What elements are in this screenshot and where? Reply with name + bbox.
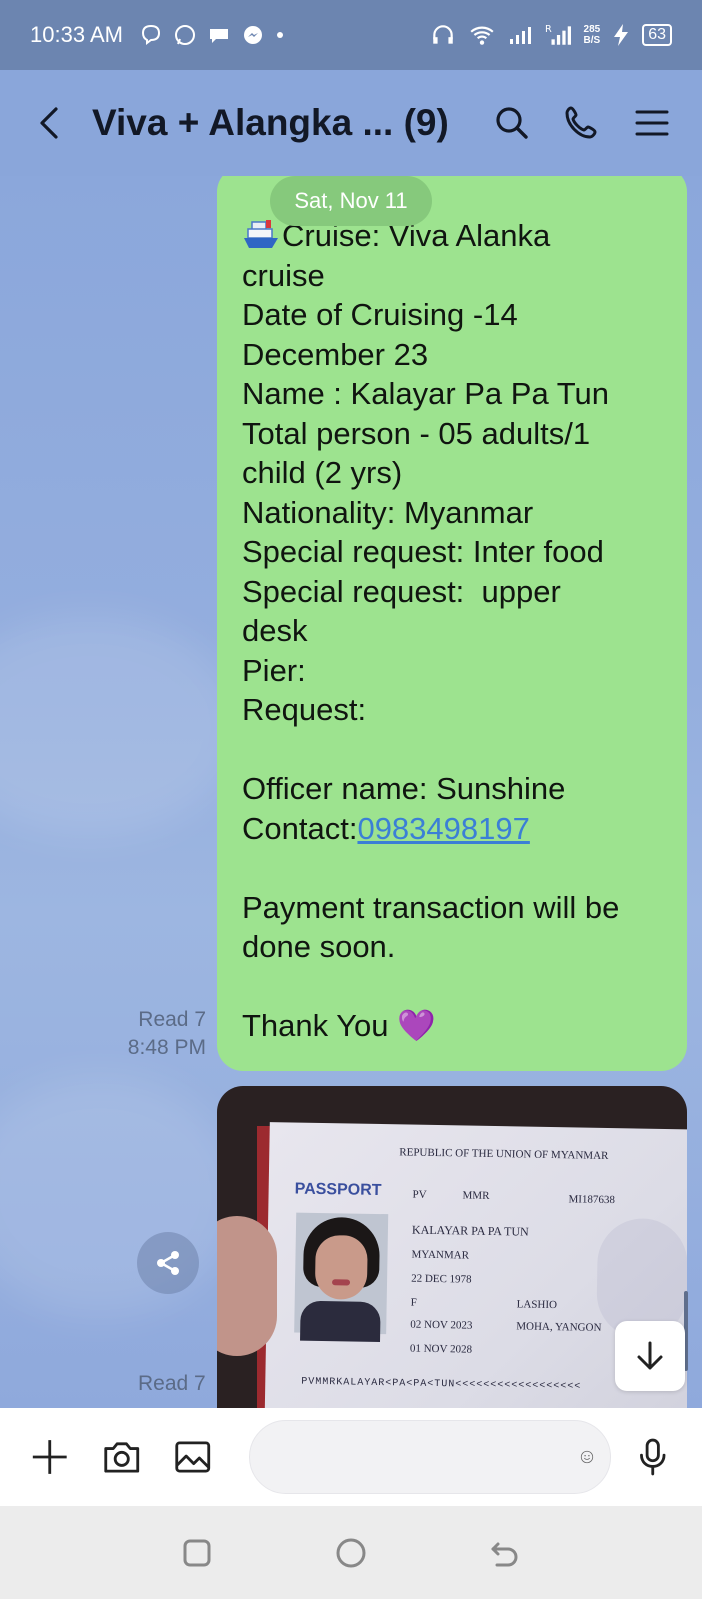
svg-text:R: R bbox=[545, 24, 552, 35]
finger bbox=[217, 1216, 277, 1356]
read-status: Read 7 bbox=[138, 1008, 206, 1031]
message-line: Payment transaction will be bbox=[242, 889, 620, 925]
date-divider: Sat, Nov 11 bbox=[270, 176, 432, 226]
search-icon[interactable] bbox=[492, 103, 532, 143]
contact-label: Contact: bbox=[242, 810, 358, 846]
share-icon bbox=[157, 1251, 179, 1275]
net-speed: 285 B/S bbox=[583, 24, 601, 46]
passport-nationality: MYANMAR bbox=[411, 1248, 470, 1262]
message-line: cruise bbox=[242, 257, 325, 293]
arrow-down-icon bbox=[637, 1341, 663, 1370]
passport-type: PV bbox=[412, 1188, 427, 1201]
chat-title[interactable]: Viva + Alangka ... (9) bbox=[92, 102, 449, 144]
notification-icons bbox=[139, 23, 285, 47]
message-line: child (2 yrs) bbox=[242, 455, 403, 490]
signal-icon bbox=[509, 27, 531, 44]
passport-dob: 22 DEC 1978 bbox=[411, 1272, 472, 1286]
passport-mrz: PVMMRKALAYAR<PA<PA<TUN<<<<<<<<<<<<<<<<<< bbox=[301, 1376, 582, 1393]
viber-icon bbox=[141, 24, 160, 45]
messenger-icon bbox=[243, 26, 262, 44]
share-button[interactable] bbox=[137, 1232, 199, 1294]
message-line: Pier: bbox=[242, 652, 306, 688]
phone-icon[interactable] bbox=[562, 103, 602, 143]
scroll-to-bottom-button[interactable] bbox=[615, 1321, 685, 1391]
message-line: Special request: upper bbox=[242, 573, 561, 609]
passport-header: REPUBLIC OF THE UNION OF MYANMAR bbox=[399, 1146, 609, 1163]
message-line: December 23 bbox=[242, 336, 429, 372]
wifi-icon bbox=[469, 26, 494, 45]
message-input[interactable] bbox=[249, 1443, 580, 1471]
message-closing: Thank You 💜 bbox=[242, 1008, 436, 1043]
contact-line: Contact:0983498197 bbox=[242, 809, 663, 849]
signal-roaming-icon: R bbox=[545, 24, 571, 45]
background-cloud bbox=[0, 1076, 240, 1316]
charging-icon bbox=[614, 24, 629, 46]
phone-link[interactable]: 0983498197 bbox=[357, 811, 529, 846]
message-meta: Read 7 8:48 PM bbox=[128, 1006, 206, 1062]
dot-icon bbox=[276, 32, 283, 38]
message-field[interactable] bbox=[248, 1420, 611, 1494]
purple-heart-icon: 💜 bbox=[397, 1008, 436, 1043]
mic-icon[interactable] bbox=[633, 1436, 673, 1478]
message-bubble[interactable]: Cruise: Viva Alanka cruise Date of Cruis… bbox=[217, 176, 687, 1071]
chat-bubble-icon bbox=[209, 29, 228, 43]
passport-issue-date: 02 NOV 2023 bbox=[410, 1318, 473, 1332]
message-line bbox=[242, 967, 663, 1007]
menu-icon[interactable] bbox=[632, 103, 672, 143]
message-line: desk bbox=[242, 613, 308, 648]
message-line bbox=[242, 848, 663, 888]
chat-area[interactable]: Cruise: Viva Alanka cruise Date of Cruis… bbox=[0, 176, 702, 1408]
back-icon[interactable] bbox=[30, 103, 70, 143]
chat-header: Viva + Alangka ... (9) bbox=[0, 70, 702, 176]
message-line: Special request: Inter food bbox=[242, 534, 604, 569]
status-bar: 10:33 AM R 285 B/S 63 bbox=[0, 0, 702, 70]
message-line: Nationality: Myanmar bbox=[242, 494, 534, 530]
passport-word: PASSPORT bbox=[294, 1180, 382, 1200]
whatsapp-icon bbox=[174, 25, 195, 45]
passport-number: MI187638 bbox=[568, 1193, 616, 1207]
passport-expiry-date: 01 NOV 2028 bbox=[409, 1342, 473, 1356]
message-time: 8:48 PM bbox=[127, 1036, 206, 1059]
background-cloud bbox=[0, 616, 240, 836]
message-line bbox=[242, 730, 663, 770]
message-line: Officer name: Sunshine bbox=[242, 771, 566, 806]
emoji-icon[interactable] bbox=[580, 1435, 594, 1479]
home-icon[interactable] bbox=[334, 1536, 368, 1570]
back-nav-icon[interactable] bbox=[488, 1536, 522, 1570]
message-line: Date of Cruising -14 bbox=[242, 297, 518, 332]
status-time: 10:33 AM bbox=[30, 22, 123, 47]
input-bar bbox=[0, 1408, 702, 1506]
read-status: Read 7 bbox=[138, 1372, 206, 1395]
passport-authority: MOHA, YANGON bbox=[516, 1320, 602, 1334]
battery-level: 63 bbox=[642, 24, 672, 46]
passport-photo bbox=[294, 1212, 389, 1343]
camera-icon[interactable] bbox=[102, 1436, 142, 1478]
passport-sex: F bbox=[410, 1296, 417, 1309]
passport-country-code: MMR bbox=[462, 1189, 490, 1202]
passport-name: KALAYAR PA PA TUN bbox=[411, 1222, 529, 1239]
image-icon[interactable] bbox=[173, 1436, 213, 1478]
message-line: Name : Kalayar Pa Pa Tun bbox=[242, 376, 610, 411]
message-line: done soon. bbox=[242, 929, 396, 964]
system-nav-bar bbox=[0, 1506, 702, 1599]
headphones-icon bbox=[432, 25, 453, 44]
message-line: Total person - 05 adults/1 bbox=[242, 415, 591, 451]
plus-icon[interactable] bbox=[30, 1436, 70, 1478]
passport-place-of-birth: LASHIO bbox=[516, 1298, 558, 1312]
ship-emoji-icon bbox=[244, 220, 278, 248]
recents-icon[interactable] bbox=[180, 1536, 214, 1570]
message-line: Request: bbox=[242, 692, 367, 727]
